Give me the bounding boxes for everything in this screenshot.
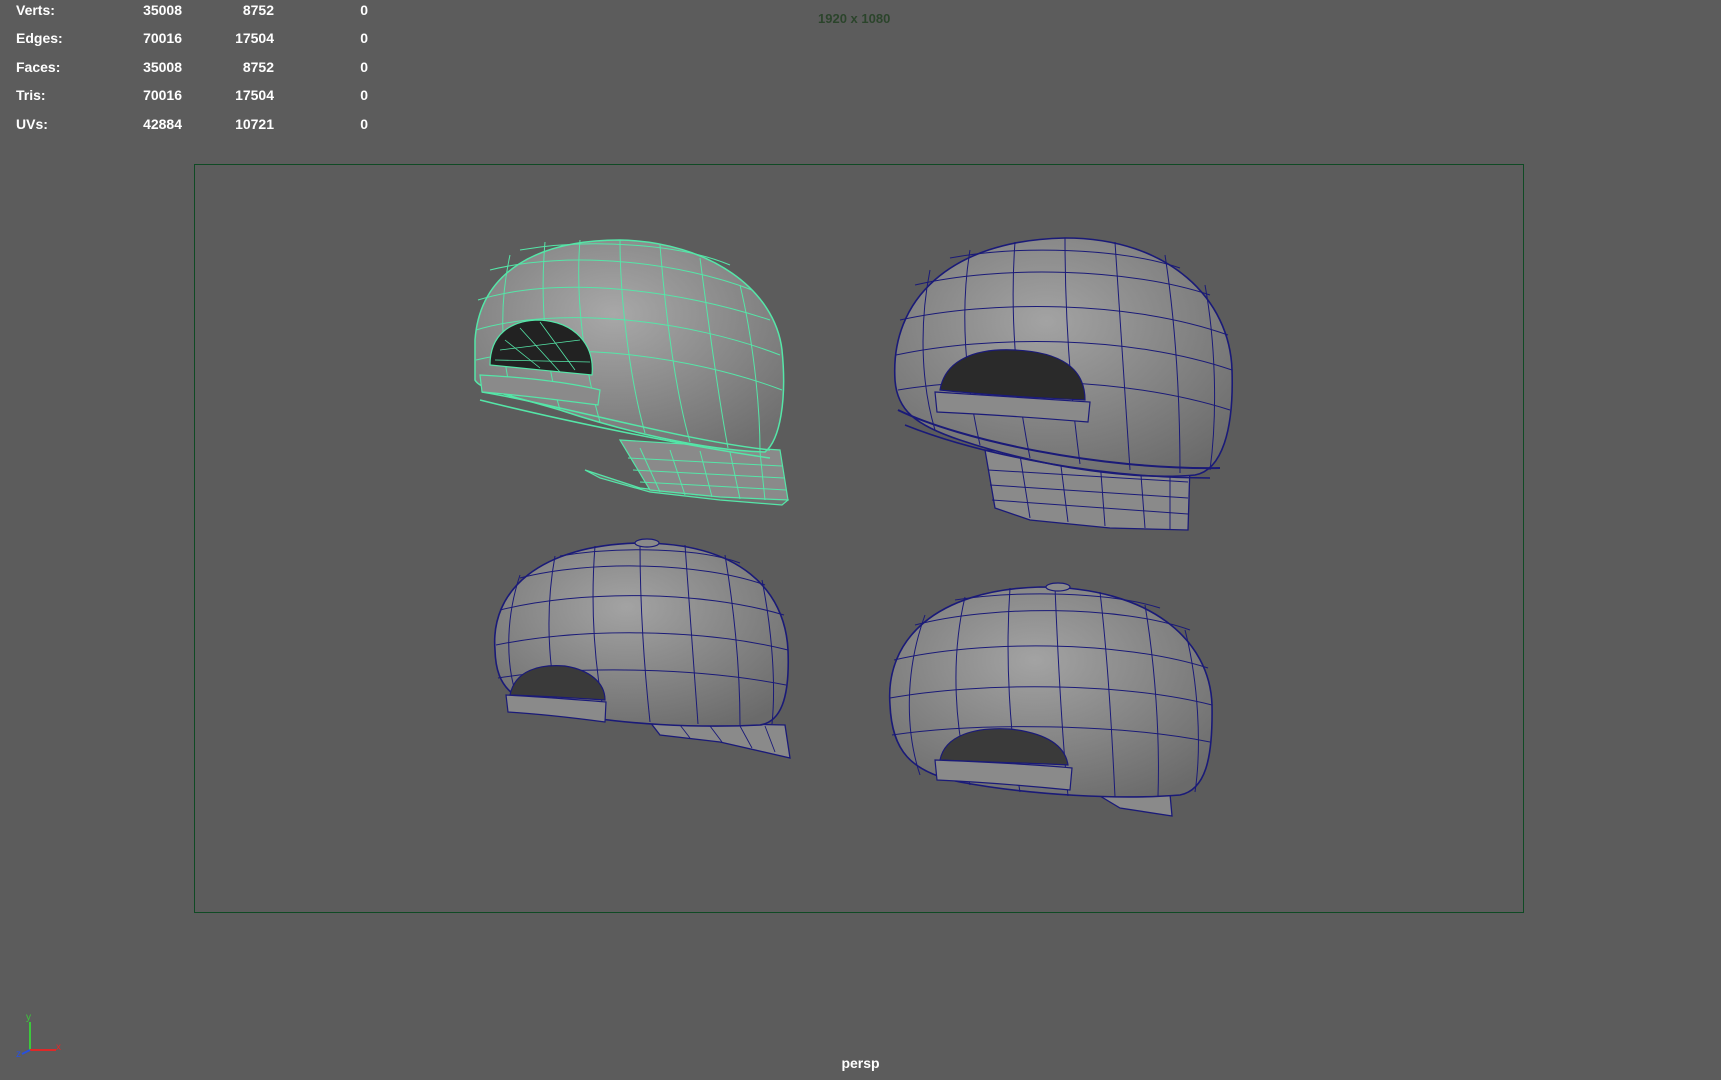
axis-gizmo: y x z (16, 1012, 61, 1058)
cap-mesh[interactable] (493, 538, 791, 759)
axis-y-label: y (26, 1012, 31, 1023)
axis-x-label: x (56, 1042, 61, 1053)
cap-mesh-selected[interactable] (474, 239, 790, 506)
cap-mesh[interactable] (893, 237, 1234, 531)
cap-mesh[interactable] (888, 582, 1213, 817)
viewport-canvas[interactable] (0, 0, 1721, 1080)
camera-name-label: persp (841, 1055, 880, 1071)
